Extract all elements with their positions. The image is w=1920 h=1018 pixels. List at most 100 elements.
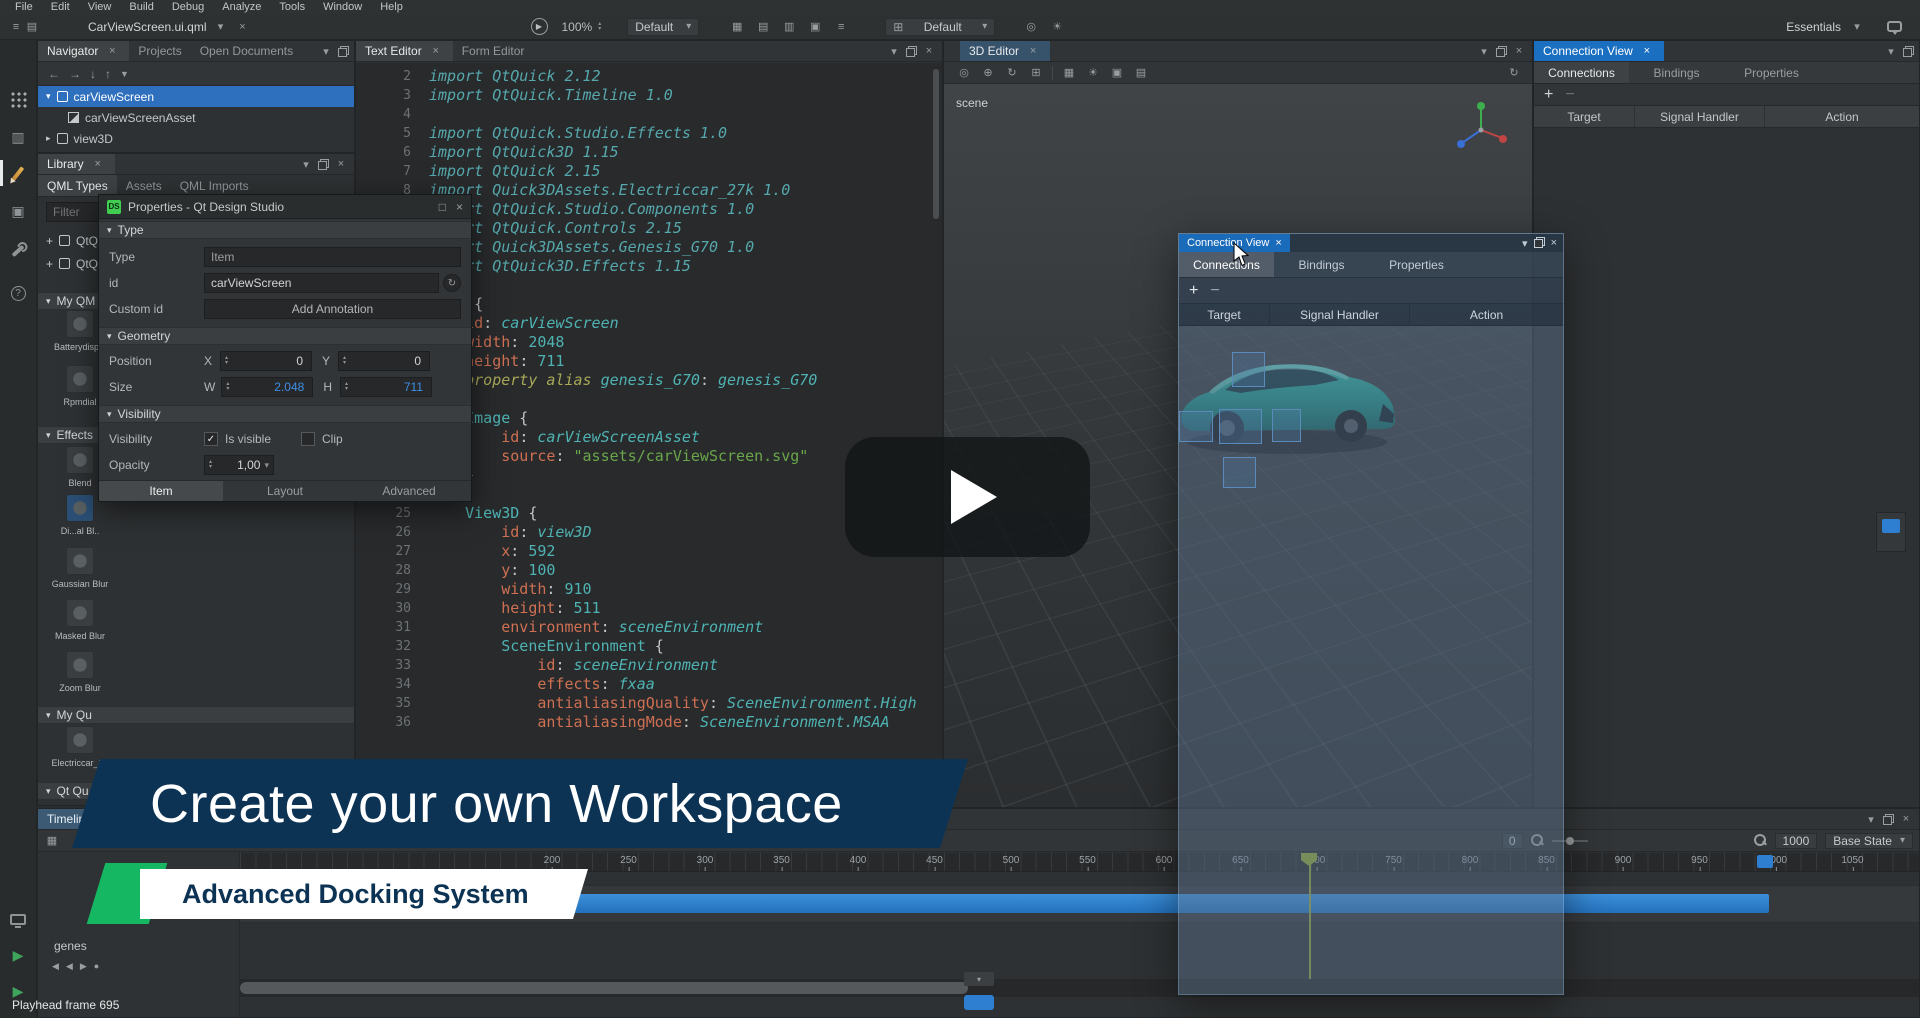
panel-menu-icon[interactable]: ▾ xyxy=(1522,237,1528,250)
move-up-icon[interactable]: ↑ xyxy=(105,67,111,81)
track-name[interactable]: genes xyxy=(54,939,87,953)
workspace-chevron-icon[interactable]: ▾ xyxy=(1849,20,1865,34)
code-line[interactable]: 3import QtQuick.Timeline 1.0 xyxy=(356,86,942,105)
zoom-stepper[interactable]: ▴▾ xyxy=(598,22,601,32)
close-panel-icon[interactable]: × xyxy=(1898,812,1914,826)
prev-keyframe-icon[interactable]: ◀ xyxy=(52,961,59,972)
remove-connection-icon[interactable]: − xyxy=(1210,282,1219,300)
splitter-handle[interactable] xyxy=(964,995,994,1010)
close-icon[interactable]: × xyxy=(428,44,444,58)
code-line[interactable]: 31 environment: sceneEnvironment xyxy=(356,618,942,637)
rotate-tool-icon[interactable]: ↻ xyxy=(1004,66,1020,80)
forward-icon[interactable]: → xyxy=(69,67,81,81)
monitor-icon[interactable] xyxy=(0,904,36,934)
target-icon[interactable]: ◎ xyxy=(1023,20,1039,34)
close-panel-icon[interactable]: × xyxy=(921,44,937,58)
code-line[interactable]: 32 SceneEnvironment { xyxy=(356,637,942,656)
zoom-level[interactable]: 100% xyxy=(562,20,593,34)
filter-icon[interactable]: ▼ xyxy=(120,69,129,79)
code-line[interactable]: 2import QtQuick 2.12 xyxy=(356,67,942,86)
play-animation-icon[interactable]: ▶ xyxy=(80,961,87,972)
grid-toggle-icon[interactable]: ▤ xyxy=(1133,66,1149,80)
apps-icon[interactable] xyxy=(0,84,36,114)
reset-view-icon[interactable]: ↻ xyxy=(1506,66,1522,80)
menu-tools[interactable]: Tools xyxy=(270,1,314,13)
timeline-scrollbar-handle[interactable] xyxy=(240,982,968,994)
id-action-icon[interactable]: ↻ xyxy=(443,274,461,292)
column-signal-handler[interactable]: Signal Handler xyxy=(1269,304,1409,325)
state-selector[interactable]: Base State▾ xyxy=(1825,833,1913,849)
height-field[interactable]: ▴▾ 711 xyxy=(340,377,432,397)
style-selector[interactable]: Default▾ xyxy=(627,18,699,36)
timeline-settings-icon[interactable]: ▦ xyxy=(44,834,60,848)
editor-scrollbar[interactable] xyxy=(933,69,939,219)
section-my-quick3d[interactable]: ▾My Qu xyxy=(38,706,354,724)
menu-edit[interactable]: Edit xyxy=(42,1,79,13)
open-document-chip[interactable]: CarViewScreen.ui.qml ▾ × xyxy=(88,20,251,34)
float-panel-icon[interactable] xyxy=(318,159,329,170)
tab-connection-view[interactable]: Connection View× xyxy=(1534,41,1664,61)
dialog-tab-layout[interactable]: Layout xyxy=(223,481,347,501)
tree-item-carviewscreenasset[interactable]: carViewScreenAsset xyxy=(38,107,354,128)
tab-projects[interactable]: Projects xyxy=(129,41,190,61)
opacity-field[interactable]: ▴▾ 1,00 ▾ xyxy=(204,455,274,475)
expand-icon[interactable]: ▾ xyxy=(46,91,51,102)
panel-menu-icon[interactable]: ▾ xyxy=(1476,44,1492,58)
close-icon[interactable]: × xyxy=(1025,44,1041,58)
close-icon[interactable]: × xyxy=(1639,44,1655,58)
tab-bindings[interactable]: Bindings xyxy=(1629,62,1724,83)
axis-gizmo-icon[interactable] xyxy=(1449,100,1513,156)
tab-connections[interactable]: Connections xyxy=(1179,252,1274,277)
column-target[interactable]: Target xyxy=(1534,106,1634,127)
tab-properties[interactable]: Properties xyxy=(1724,62,1819,83)
move-down-icon[interactable]: ↓ xyxy=(90,67,96,81)
light-icon[interactable]: ☀ xyxy=(1049,20,1065,34)
end-frame-handle[interactable] xyxy=(1757,855,1773,868)
record-icon[interactable]: ● xyxy=(94,961,99,972)
zoom-in-icon[interactable] xyxy=(1754,834,1767,847)
move-tool-icon[interactable]: ⊕ xyxy=(980,66,996,80)
code-line[interactable]: 35 antialiasingQuality: SceneEnvironment… xyxy=(356,694,942,713)
camera-toggle-icon[interactable]: ▣ xyxy=(1109,66,1125,80)
panel-menu-icon[interactable]: ▾ xyxy=(1883,44,1899,58)
tab-properties[interactable]: Properties xyxy=(1369,252,1464,277)
floating-table-body[interactable] xyxy=(1179,326,1563,994)
feedback-icon[interactable] xyxy=(1887,21,1902,32)
library-item-gaussian-blur[interactable]: Gaussian Blur xyxy=(48,547,112,589)
tab-library[interactable]: Library× xyxy=(38,154,115,174)
menu-icon[interactable]: ≡ xyxy=(8,20,24,34)
maximize-icon[interactable]: □ xyxy=(439,200,446,214)
panel-menu-icon[interactable]: ▾ xyxy=(1863,812,1879,826)
code-line[interactable]: 4 xyxy=(356,105,942,124)
end-frame-value[interactable]: 1000 xyxy=(1775,833,1818,849)
tab-text-editor[interactable]: Text Editor× xyxy=(356,41,453,61)
section-visibility[interactable]: ▾Visibility xyxy=(99,405,471,423)
code-line[interactable]: 36 antialiasingMode: SceneEnvironment.MS… xyxy=(356,713,942,732)
float-panel-icon[interactable] xyxy=(1534,237,1545,248)
close-document-icon[interactable]: × xyxy=(235,20,251,34)
docked-panel-indicator[interactable] xyxy=(1876,512,1906,552)
menu-help[interactable]: Help xyxy=(371,1,412,13)
grid-layout-icon[interactable]: ▦ xyxy=(729,20,745,34)
section-type[interactable]: ▾Type xyxy=(99,221,471,239)
menu-window[interactable]: Window xyxy=(314,1,371,13)
chevron-down-icon[interactable]: ▾ xyxy=(213,20,229,34)
close-icon[interactable]: × xyxy=(104,44,120,58)
square-layout-icon[interactable]: ▣ xyxy=(807,20,823,34)
code-line[interactable]: 28 y: 100 xyxy=(356,561,942,580)
code-line[interactable]: 29 width: 910 xyxy=(356,580,942,599)
tab-navigator[interactable]: Navigator× xyxy=(38,41,129,61)
close-icon[interactable]: × xyxy=(90,157,106,171)
y-field[interactable]: ▴▾ 0 xyxy=(338,351,430,371)
close-panel-icon[interactable]: × xyxy=(1551,237,1557,250)
tab-qml-imports[interactable]: QML Imports xyxy=(171,175,258,196)
run-preview-icon[interactable]: ▶ xyxy=(531,18,548,35)
float-panel-icon[interactable] xyxy=(1883,814,1894,825)
library-item-zoom-blur[interactable]: Zoom Blur xyxy=(48,651,112,693)
menu-build[interactable]: Build xyxy=(120,1,162,13)
close-icon[interactable]: × xyxy=(1275,237,1281,249)
close-dialog-icon[interactable]: × xyxy=(456,200,463,214)
tab-open-documents[interactable]: Open Documents xyxy=(191,41,302,61)
collapse-panel-notch[interactable]: ▾ xyxy=(964,972,994,986)
code-line[interactable]: 6import QtQuick3D 1.15 xyxy=(356,143,942,162)
